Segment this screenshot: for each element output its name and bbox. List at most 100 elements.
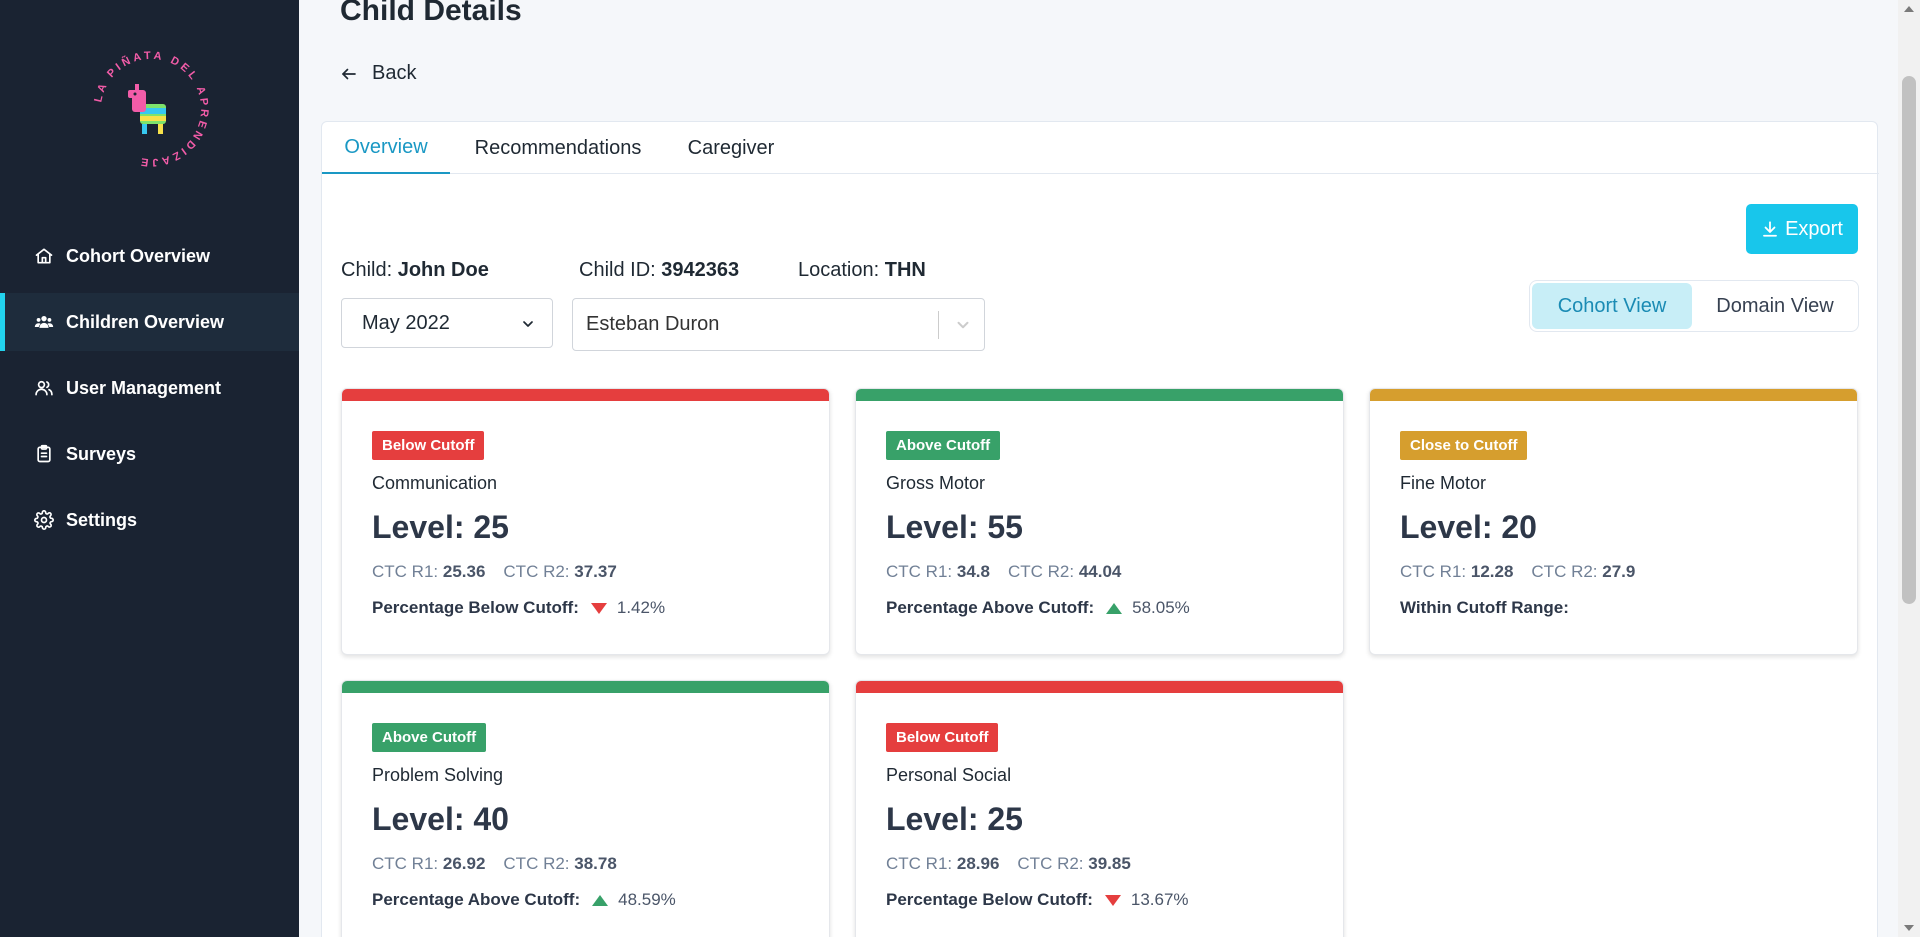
cutoff-percentage-label: Within Cutoff Range:: [1400, 598, 1569, 617]
ctc-r1-label: CTC R1:: [372, 562, 439, 581]
domain-card-communication: Below Cutoff Communication Level: 25 CTC…: [341, 388, 830, 655]
ctc-r1-label: CTC R1:: [886, 562, 953, 581]
ctc-values: CTC R1: 28.96 CTC R2: 39.85: [886, 854, 1131, 874]
location-label: Location:: [798, 259, 880, 281]
ctc-values: CTC R1: 25.36 CTC R2: 37.37: [372, 562, 617, 582]
cohort-view-button[interactable]: Cohort View: [1532, 283, 1692, 329]
child-name: John Doe: [397, 259, 489, 281]
status-badge: Below Cutoff: [372, 431, 485, 460]
back-label: Back: [372, 62, 417, 84]
scrollbar-thumb[interactable]: [1902, 76, 1916, 604]
sidebar-item-cohort-overview[interactable]: Cohort Overview: [0, 227, 299, 285]
domain-view-button[interactable]: Domain View: [1694, 283, 1856, 329]
child-label: Child:: [341, 259, 393, 281]
domain-card-gross-motor: Above Cutoff Gross Motor Level: 55 CTC R…: [855, 388, 1344, 655]
domain-card-personal-social: Below Cutoff Personal Social Level: 25 C…: [855, 680, 1344, 937]
status-bar: [342, 389, 829, 401]
domain-card-fine-motor: Close to Cutoff Fine Motor Level: 20 CTC…: [1369, 388, 1858, 655]
child-id-info: Child ID: 3942363: [579, 259, 739, 282]
ctc-r2-value: 39.85: [1088, 854, 1131, 873]
location-value: THN: [884, 259, 926, 281]
sidebar-item-label: Children Overview: [66, 311, 225, 332]
tab-bar: Overview Recommendations Caregiver: [322, 122, 1879, 174]
domain-name: Problem Solving: [372, 765, 504, 785]
ctc-r2-label: CTC R2:: [1531, 562, 1598, 581]
sidebar-item-label: Settings: [66, 509, 138, 530]
ctc-values: CTC R1: 26.92 CTC R2: 38.78: [372, 854, 617, 874]
ctc-r2-value: 38.78: [574, 854, 617, 873]
gear-icon: [34, 510, 54, 530]
location-info: Location: THN: [798, 259, 926, 282]
ctc-r2-label: CTC R2:: [1007, 562, 1075, 581]
ctc-r1-label: CTC R1:: [372, 854, 439, 873]
domain-level: Level: 40: [372, 801, 509, 837]
details-panel: Overview Recommendations Caregiver Expor…: [321, 121, 1879, 937]
domain-name: Personal Social: [886, 765, 1012, 785]
ctc-r1-value: 26.92: [442, 854, 486, 873]
sidebar-item-surveys[interactable]: Surveys: [0, 425, 299, 483]
status-bar: [856, 389, 1343, 401]
child-id-label: Child ID:: [579, 259, 656, 281]
brand-logo[interactable]: LA PIÑATA DEL APRENDIZAJE: [88, 46, 214, 172]
sidebar-item-label: Cohort Overview: [66, 245, 211, 266]
cutoff-percentage-label: Percentage Below Cutoff:: [886, 890, 1093, 909]
ctc-r1-label: CTC R1:: [1400, 562, 1467, 581]
chevron-down-icon: [957, 321, 969, 329]
cutoff-percentage: Percentage Below Cutoff: 13.67%: [886, 890, 1189, 910]
child-name-info: Child: John Doe: [341, 259, 489, 282]
cutoff-percentage: Percentage Above Cutoff: 58.05%: [886, 598, 1190, 618]
cutoff-percentage-label: Percentage Above Cutoff:: [372, 890, 581, 909]
cutoff-percentage-label: Percentage Above Cutoff:: [886, 598, 1095, 617]
domain-level: Level: 55: [886, 509, 1023, 545]
ctc-r2-label: CTC R2:: [1017, 854, 1084, 873]
date-select[interactable]: May 2022: [341, 298, 553, 348]
trend-up-icon: [1106, 602, 1123, 614]
caregiver-select[interactable]: Esteban Duron: [572, 298, 985, 351]
trend-down-icon: [590, 602, 607, 614]
cutoff-percentage-value: 58.05%: [1132, 598, 1190, 617]
sidebar-item-children-overview[interactable]: Children Overview: [0, 293, 299, 351]
sidebar-item-settings[interactable]: Settings: [0, 491, 299, 549]
clipboard-icon: [34, 444, 54, 464]
status-badge: Close to Cutoff: [1400, 431, 1528, 460]
domain-level: Level: 25: [886, 801, 1023, 837]
status-badge: Above Cutoff: [372, 723, 487, 752]
sidebar-item-user-management[interactable]: User Management: [0, 359, 299, 417]
page-scrollbar[interactable]: [1898, 0, 1920, 937]
domain-level: Level: 20: [1400, 509, 1537, 545]
sidebar-nav: Cohort Overview Children Overview User M…: [0, 227, 299, 557]
cutoff-percentage-value: 13.67%: [1130, 890, 1189, 909]
status-bar: [1370, 389, 1857, 401]
scroll-up-icon[interactable]: [1904, 6, 1914, 12]
arrow-left-icon: [342, 68, 356, 79]
status-badge: Below Cutoff: [886, 723, 999, 752]
scroll-down-icon[interactable]: [1904, 925, 1914, 931]
chevron-down-icon: [523, 321, 533, 327]
tab-overview[interactable]: Overview: [322, 122, 450, 174]
cutoff-percentage: Percentage Below Cutoff: 1.42%: [372, 598, 665, 618]
export-button[interactable]: Export: [1746, 204, 1858, 254]
status-badge: Above Cutoff: [886, 431, 1001, 460]
main-content: Child Details Back Overview Recommendati…: [299, 0, 1898, 937]
domain-level: Level: 25: [372, 509, 509, 545]
ctc-r1-value: 12.28: [1470, 562, 1514, 581]
cutoff-percentage-value: 48.59%: [618, 890, 676, 909]
trend-down-icon: [1104, 894, 1121, 906]
tab-recommendations[interactable]: Recommendations: [450, 122, 666, 174]
ctc-r2-label: CTC R2:: [503, 562, 570, 581]
cutoff-percentage: Percentage Above Cutoff: 48.59%: [372, 890, 676, 910]
user-group-icon: [34, 378, 54, 398]
ctc-r2-value: 44.04: [1078, 562, 1122, 581]
ctc-r1-value: 34.8: [956, 562, 990, 581]
back-button[interactable]: Back: [340, 62, 416, 85]
tab-caregiver[interactable]: Caregiver: [666, 122, 796, 174]
ctc-r1-value: 28.96: [956, 854, 1000, 873]
export-label: Export: [1785, 217, 1843, 240]
view-toggle: Cohort View Domain View: [1529, 280, 1859, 332]
child-id: 3942363: [661, 259, 740, 281]
status-bar: [856, 681, 1343, 693]
status-bar: [342, 681, 829, 693]
ctc-values: CTC R1: 12.28 CTC R2: 27.9: [1400, 562, 1635, 582]
cutoff-percentage: Within Cutoff Range:: [1400, 598, 1569, 618]
users-icon: [34, 312, 54, 332]
